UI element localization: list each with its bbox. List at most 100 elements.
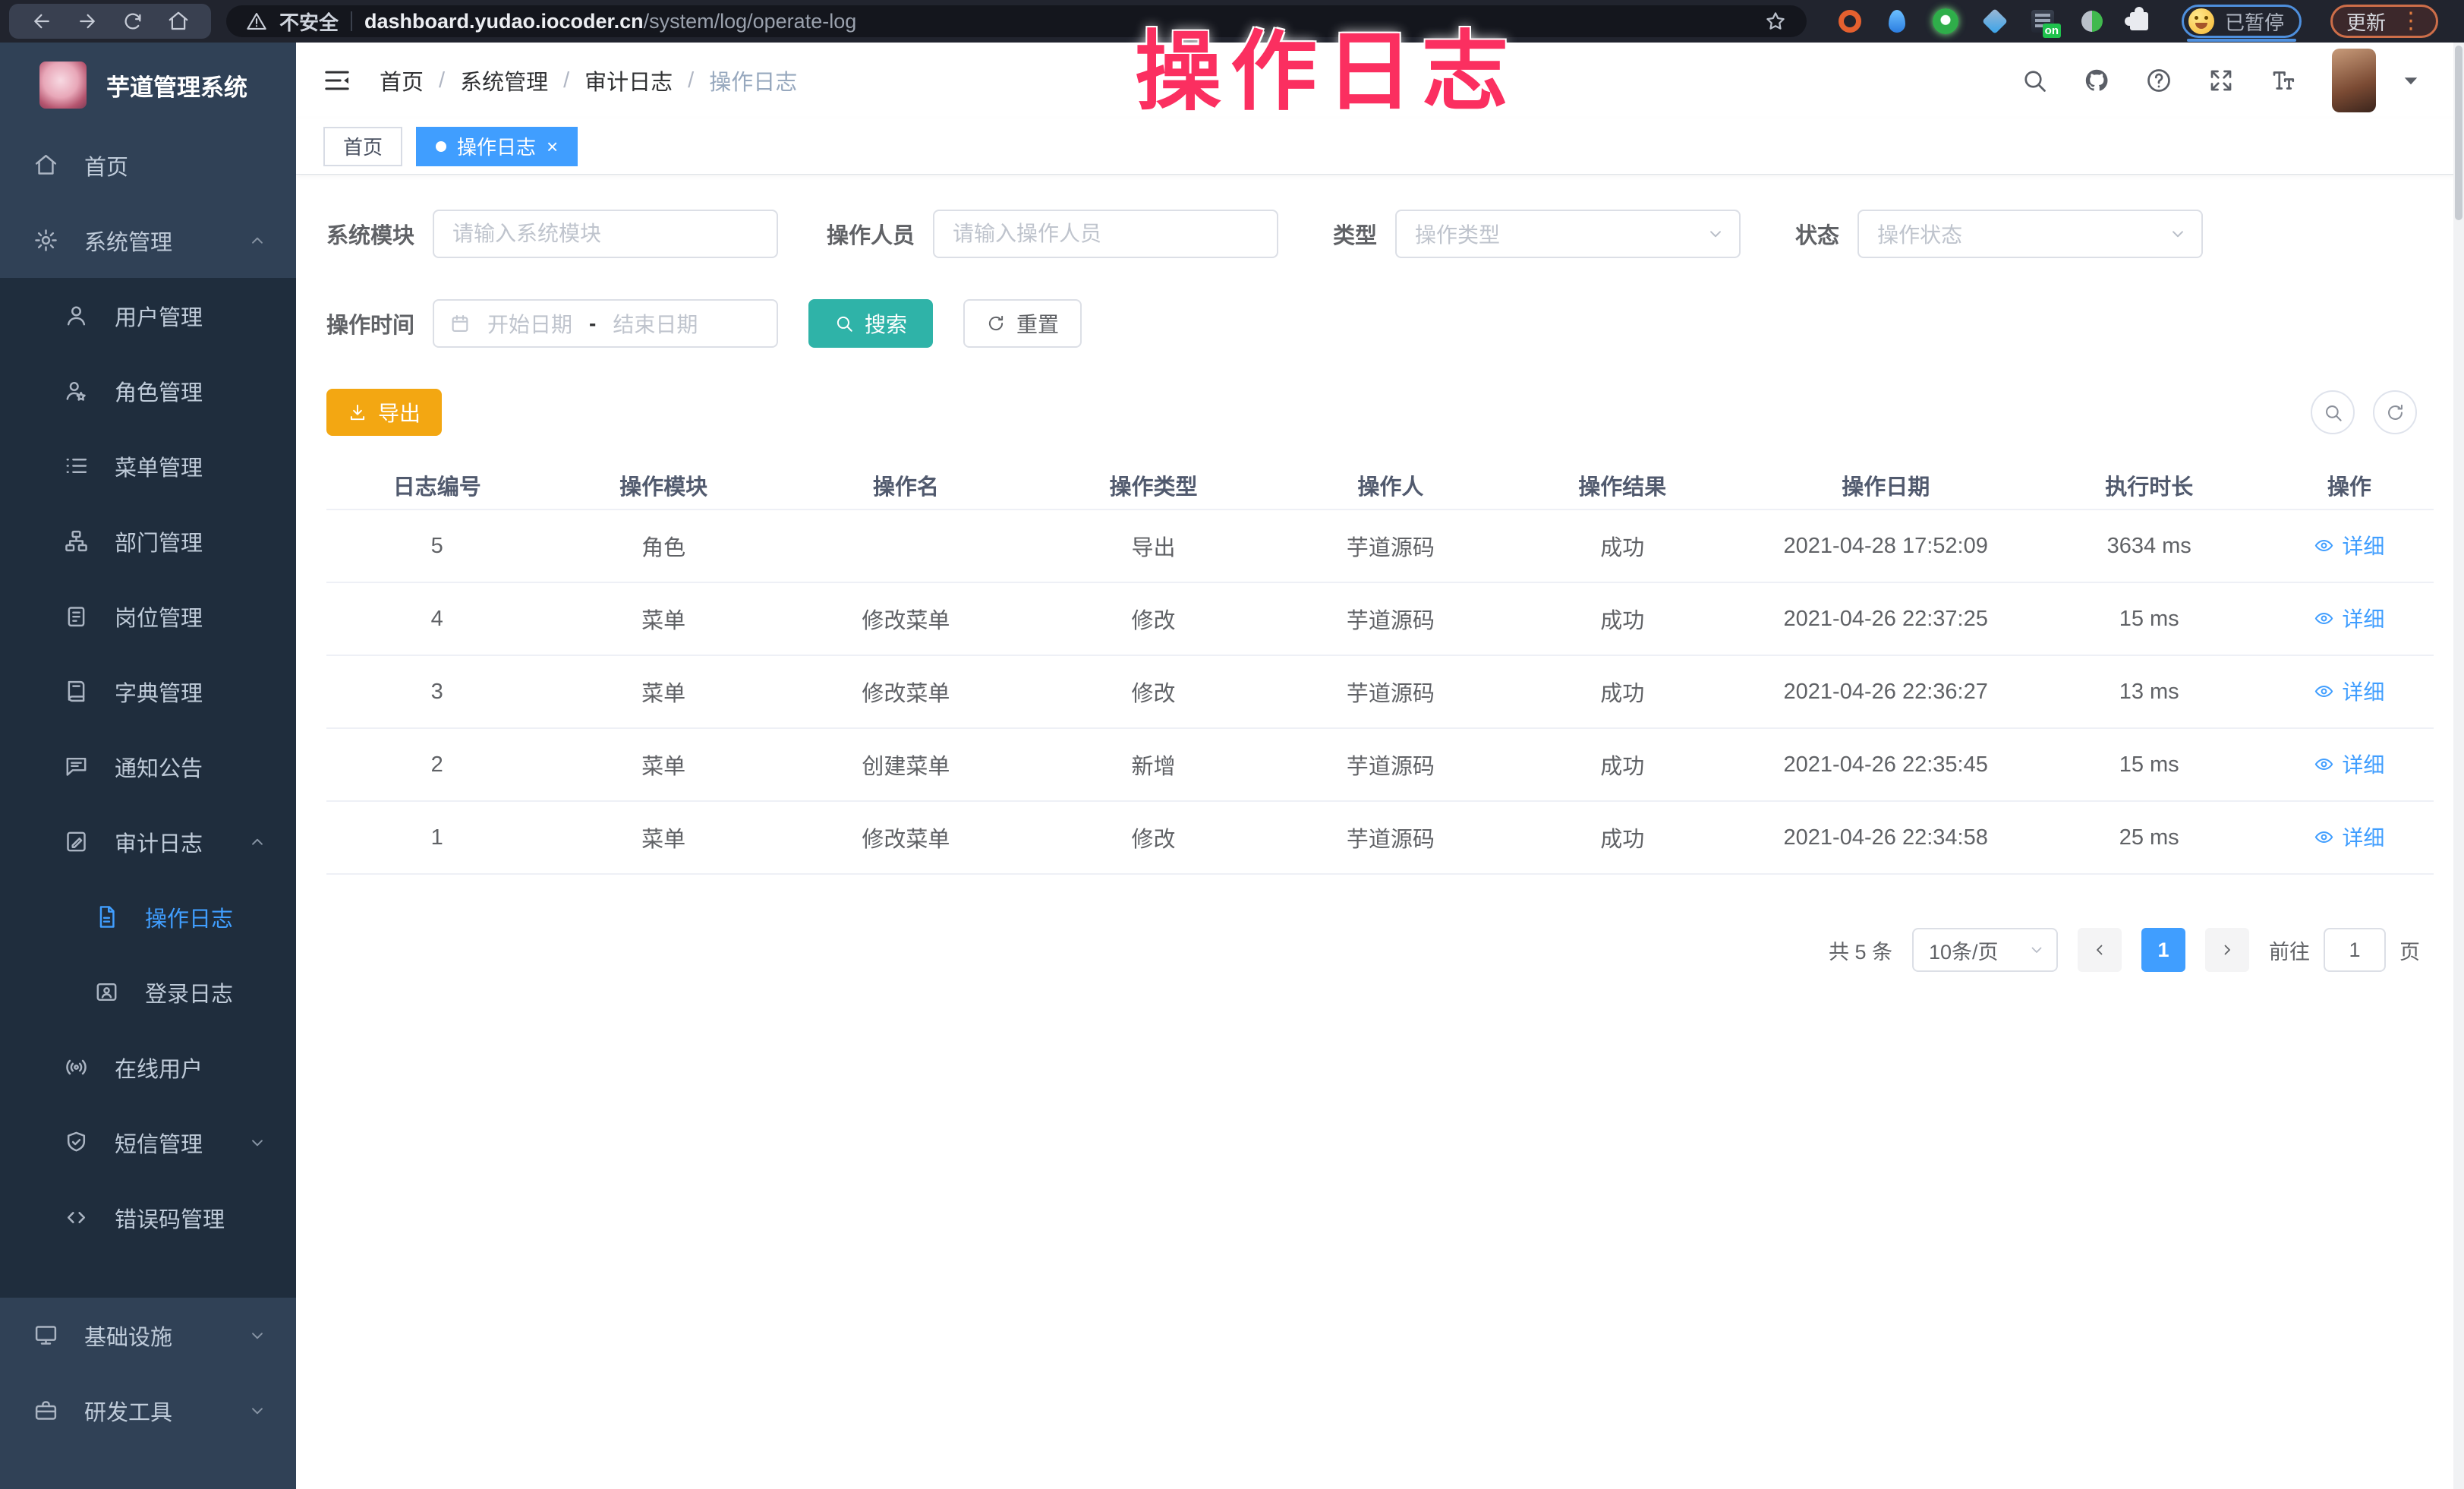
back-icon[interactable] [30, 10, 53, 33]
module-input[interactable] [433, 210, 778, 258]
browser-update-button[interactable]: 更新 ⋮ [2330, 5, 2438, 38]
type-select[interactable]: 操作类型 [1395, 210, 1741, 258]
pagination: 共 5 条 10条/页 1 前往 页 [326, 928, 2434, 972]
cell-name: 修改菜单 [780, 676, 1032, 708]
detail-link[interactable]: 详细 [2314, 749, 2384, 779]
next-page-button[interactable] [2205, 928, 2249, 972]
ext-stack-icon[interactable]: on [2031, 10, 2054, 33]
sidebar-item-operate-log[interactable]: 操作日志 [0, 879, 296, 954]
paused-label: 已暂停 [2225, 8, 2284, 36]
home-icon[interactable] [167, 10, 190, 33]
sidebar-item-online[interactable]: 在线用户 [0, 1030, 296, 1105]
prev-page-button[interactable] [2078, 928, 2122, 972]
extension-badge: on [2043, 24, 2061, 38]
sidebar-item-tree[interactable]: 部门管理 [0, 503, 296, 579]
sidebar-item-login-log[interactable]: 登录日志 [0, 954, 296, 1030]
cell-module: 角色 [547, 530, 779, 562]
ext-leaf-icon[interactable] [2081, 11, 2103, 32]
caret-down-icon[interactable] [2397, 67, 2425, 94]
breadcrumb-home[interactable]: 首页 [380, 65, 424, 96]
reload-icon[interactable] [121, 10, 144, 33]
eye-icon [2314, 681, 2334, 702]
app-logo[interactable]: 芋道管理系统 [0, 43, 296, 128]
detail-link[interactable]: 详细 [2314, 676, 2384, 706]
status-select[interactable]: 操作状态 [1857, 210, 2203, 258]
page-scrollbar[interactable] [2453, 43, 2464, 1489]
scrollbar-thumb[interactable] [2455, 46, 2462, 220]
sidebar-item-audit[interactable]: 审计日志 [0, 804, 296, 879]
tab-operate-log[interactable]: 操作日志 × [416, 127, 578, 166]
refresh-table-button[interactable] [2373, 390, 2417, 434]
search-button[interactable]: 搜索 [808, 299, 933, 348]
paused-extension-chip[interactable]: 已暂停 [2182, 5, 2302, 38]
user-avatar[interactable] [2332, 49, 2376, 112]
fullscreen-icon[interactable] [2207, 67, 2235, 94]
tree-icon [64, 528, 89, 554]
hamburger-icon[interactable] [322, 65, 352, 96]
forward-icon[interactable] [76, 10, 99, 33]
cell-module: 菜单 [547, 749, 779, 781]
sidebar-item-gear[interactable]: 系统管理 [0, 203, 296, 278]
sidebar-item-dict[interactable]: 字典管理 [0, 654, 296, 729]
bookmark-star-icon[interactable] [1764, 10, 1787, 33]
refresh-icon [986, 314, 1006, 333]
page: 不安全 dashboard.yudao.iocoder.cn/system/lo… [0, 0, 2464, 1489]
detail-link[interactable]: 详细 [2314, 603, 2384, 633]
active-dot-icon [436, 141, 446, 152]
sidebar-item-label: 在线用户 [115, 1052, 203, 1084]
search-icon [2323, 402, 2343, 423]
chevron-down-icon [2168, 224, 2188, 244]
sidebar-item-errcode[interactable]: 错误码管理 [0, 1180, 296, 1255]
ext-gem-icon[interactable] [1982, 8, 2008, 34]
tags-view-bar: 首页 操作日志 × [296, 118, 2464, 175]
sidebar-item-infra[interactable]: 基础设施 [0, 1298, 296, 1373]
page-1-button[interactable]: 1 [2141, 928, 2185, 972]
start-date-placeholder: 开始日期 [487, 308, 572, 339]
toggle-search-button[interactable] [2311, 390, 2355, 434]
goto-page-input[interactable] [2324, 928, 2386, 972]
detail-link[interactable]: 详细 [2314, 530, 2384, 560]
address-bar[interactable]: 不安全 dashboard.yudao.iocoder.cn/system/lo… [226, 5, 1807, 37]
sidebar-item-menu[interactable]: 菜单管理 [0, 428, 296, 503]
help-icon[interactable] [2145, 67, 2173, 94]
search-icon[interactable] [2021, 67, 2048, 94]
eye-icon [2314, 535, 2334, 556]
reset-button[interactable]: 重置 [963, 299, 1082, 348]
sidebar-item-user[interactable]: 用户管理 [0, 278, 296, 353]
close-icon[interactable]: × [547, 137, 558, 156]
cell-duration: 13 ms [2034, 680, 2265, 705]
sidebar-item-tool[interactable]: 研发工具 [0, 1373, 296, 1448]
operator-input[interactable] [933, 210, 1278, 258]
sidebar-item-home[interactable]: 首页 [0, 128, 296, 203]
detail-link[interactable]: 详细 [2314, 822, 2384, 852]
page-size-select[interactable]: 10条/页 [1912, 928, 2058, 972]
table-row: 5角色导出芋道源码成功2021-04-28 17:52:093634 ms详细 [326, 510, 2434, 583]
breadcrumb-separator: / [563, 68, 569, 93]
notice-icon [64, 754, 89, 779]
cell-id: 4 [326, 607, 547, 632]
ext-puzzle-icon[interactable] [2130, 12, 2148, 30]
top-navbar: 首页 / 系统管理 / 审计日志 / 操作日志 [296, 43, 2464, 119]
sidebar-item-role[interactable]: 角色管理 [0, 353, 296, 428]
sidebar-item-badge[interactable]: 岗位管理 [0, 579, 296, 654]
date-range-picker[interactable]: 开始日期 - 结束日期 [433, 299, 778, 348]
export-button[interactable]: 导出 [326, 389, 442, 436]
breadcrumb-system[interactable]: 系统管理 [460, 65, 548, 96]
ext-pin-icon[interactable] [1889, 10, 1905, 33]
cell-duration: 15 ms [2034, 607, 2265, 632]
sidebar-item-sms[interactable]: 短信管理 [0, 1105, 296, 1180]
ext-orange-icon[interactable] [1839, 10, 1861, 33]
sidebar-item-notice[interactable]: 通知公告 [0, 729, 296, 804]
chevron-right-icon [2218, 941, 2236, 959]
fontsize-icon[interactable] [2270, 67, 2297, 94]
breadcrumb-audit[interactable]: 审计日志 [584, 65, 673, 96]
browser-menu-icon[interactable]: ⋮ [2399, 10, 2422, 33]
sidebar-item-label: 基础设施 [84, 1320, 172, 1352]
ext-green-icon[interactable] [1933, 8, 1958, 34]
cell-duration: 25 ms [2034, 825, 2265, 850]
github-icon[interactable] [2083, 67, 2110, 94]
tab-home[interactable]: 首页 [323, 127, 402, 166]
cell-result: 成功 [1507, 603, 1738, 635]
total-count: 共 5 条 [1829, 935, 1892, 965]
detail-label: 详细 [2342, 749, 2384, 779]
